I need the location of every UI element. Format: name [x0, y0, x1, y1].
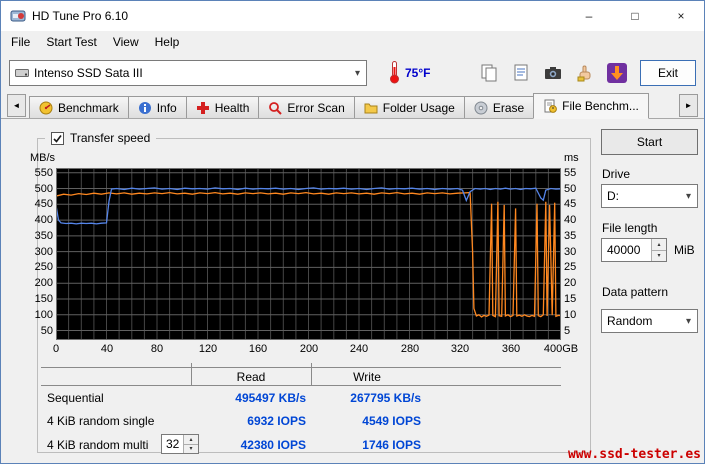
tab-info[interactable]: Info	[127, 96, 187, 118]
menu-help[interactable]: Help	[147, 32, 188, 52]
info-icon	[138, 101, 152, 115]
y-axis-right-ticks: 55 50 45 40 35 30 25 20 15 10 5	[564, 167, 577, 337]
tab-bar: ◄ Benchmark Info Health Error Scan Folde…	[1, 93, 704, 119]
tab-label: Health	[214, 100, 250, 115]
table-line-top	[41, 367, 561, 368]
exit-button[interactable]: Exit	[640, 60, 696, 86]
tab-scroll-right-icon[interactable]: ►	[679, 94, 698, 117]
drive-icon	[15, 66, 29, 80]
write-value: 1746 IOPS	[362, 438, 421, 452]
tab-error-scan[interactable]: Error Scan	[258, 96, 355, 118]
chevron-down-icon: ▾	[685, 315, 692, 327]
tab-label: File Benchm...	[562, 99, 639, 113]
watermark: www.ssd-tester.es	[567, 447, 701, 462]
copy-button[interactable]	[474, 59, 503, 88]
menu-file[interactable]: File	[3, 32, 38, 52]
menu-start-test[interactable]: Start Test	[38, 32, 104, 52]
chevron-down-icon: ▾	[685, 190, 692, 202]
file-length-spinner[interactable]: 40000 ▴ ▾	[601, 238, 667, 262]
transfer-speed-checkbox[interactable]	[51, 131, 64, 145]
read-column-header: Read	[236, 370, 266, 384]
tab-label: Benchmark	[58, 100, 119, 115]
read-value: 42380 IOPS	[240, 438, 306, 452]
drive-select-combo[interactable]: Intenso SSD Sata III ▾	[9, 60, 367, 86]
tab-erase[interactable]: Erase	[463, 96, 535, 118]
result-row-label: 4 KiB random multi	[47, 438, 149, 452]
spin-up-icon: ▴	[652, 239, 666, 251]
tab-folder-usage[interactable]: Folder Usage	[353, 96, 465, 118]
file-length-value: 40000	[607, 243, 641, 257]
write-value: 267795 KB/s	[350, 391, 421, 405]
erase-icon	[474, 101, 488, 115]
tab-label: Info	[156, 100, 177, 115]
tab-health[interactable]: Health	[185, 96, 260, 118]
drive-combo[interactable]: D: ▾	[601, 184, 698, 208]
benchmark-icon	[39, 101, 53, 115]
x-axis-ticks: 0 40 80 120 160 200 240 280 320 360 400GB	[52, 343, 579, 355]
transfer-speed-chart	[56, 168, 561, 340]
tab-label: Erase	[492, 100, 525, 115]
data-pattern-label: Data pattern	[602, 285, 669, 299]
read-value: 495497 KB/s	[235, 391, 306, 405]
health-icon	[196, 101, 210, 115]
thermometer-icon	[389, 60, 400, 87]
chevron-down-icon: ▾	[354, 67, 361, 79]
data-pattern-combo[interactable]: Random ▾	[601, 309, 698, 333]
window-title: HD Tune Pro 6.10	[32, 9, 129, 23]
tab-label: Error Scan	[287, 100, 345, 115]
save-download-button[interactable]	[602, 59, 631, 88]
copy-text-button[interactable]	[506, 59, 535, 88]
maximize-button[interactable]: □	[612, 1, 658, 31]
screenshot-button[interactable]	[538, 59, 567, 88]
y-axis-right-unit: ms	[564, 152, 579, 164]
write-column-header: Write	[353, 370, 381, 384]
result-row-label: 4 KiB random single	[47, 414, 155, 428]
error-scan-icon	[268, 101, 283, 115]
close-button[interactable]: ×	[658, 1, 704, 31]
y-axis-left-unit: MB/s	[29, 152, 55, 164]
start-button[interactable]: Start	[601, 129, 698, 155]
spin-down-icon: ▾	[652, 250, 666, 261]
read-value: 6932 IOPS	[247, 414, 306, 428]
toolbar-buttons	[474, 59, 631, 88]
queue-depth-value: 32	[166, 437, 180, 451]
tab-benchmark[interactable]: Benchmark	[29, 96, 129, 118]
transfer-speed-checkbox-row[interactable]: Transfer speed	[45, 130, 157, 146]
drive-select-value: Intenso SSD Sata III	[34, 66, 143, 80]
transfer-speed-label: Transfer speed	[70, 131, 151, 145]
file-length-unit: MiB	[674, 243, 695, 257]
hd-tune-window: HD Tune Pro 6.10 – □ × File Start Test V…	[0, 0, 705, 464]
file-length-label: File length	[602, 221, 658, 235]
write-value: 4549 IOPS	[362, 414, 421, 428]
hand-pointer-button[interactable]	[570, 59, 599, 88]
tab-file-benchmark[interactable]: File Benchm...	[533, 93, 649, 119]
drive-label: Drive	[602, 167, 631, 181]
check-icon	[53, 134, 62, 143]
menu-view[interactable]: View	[105, 32, 147, 52]
folder-usage-icon	[364, 101, 378, 115]
file-benchmark-icon	[543, 99, 558, 113]
drive-combo-value: D:	[607, 189, 619, 203]
spinner-arrows[interactable]: ▴ ▾	[651, 239, 666, 261]
tab-scroll-left-icon[interactable]: ◄	[7, 94, 26, 117]
temperature-indicator[interactable]: 75°F	[389, 60, 430, 87]
minimize-button[interactable]: –	[566, 1, 612, 31]
data-pattern-value: Random	[607, 314, 653, 328]
title-bar[interactable]: HD Tune Pro 6.10 – □ ×	[1, 1, 704, 31]
toolbar: Intenso SSD Sata III ▾ 75°F Exit	[1, 53, 704, 93]
table-line-header	[41, 385, 561, 386]
tab-label: Folder Usage	[382, 100, 455, 115]
temperature-value: 75°F	[405, 66, 431, 80]
y-axis-left-ticks: 550 500 450 400 350 300 250 200 150 100 50	[34, 167, 53, 337]
app-icon	[10, 8, 26, 24]
menu-bar: File Start Test View Help	[1, 31, 704, 53]
result-row-label: Sequential	[47, 391, 104, 405]
